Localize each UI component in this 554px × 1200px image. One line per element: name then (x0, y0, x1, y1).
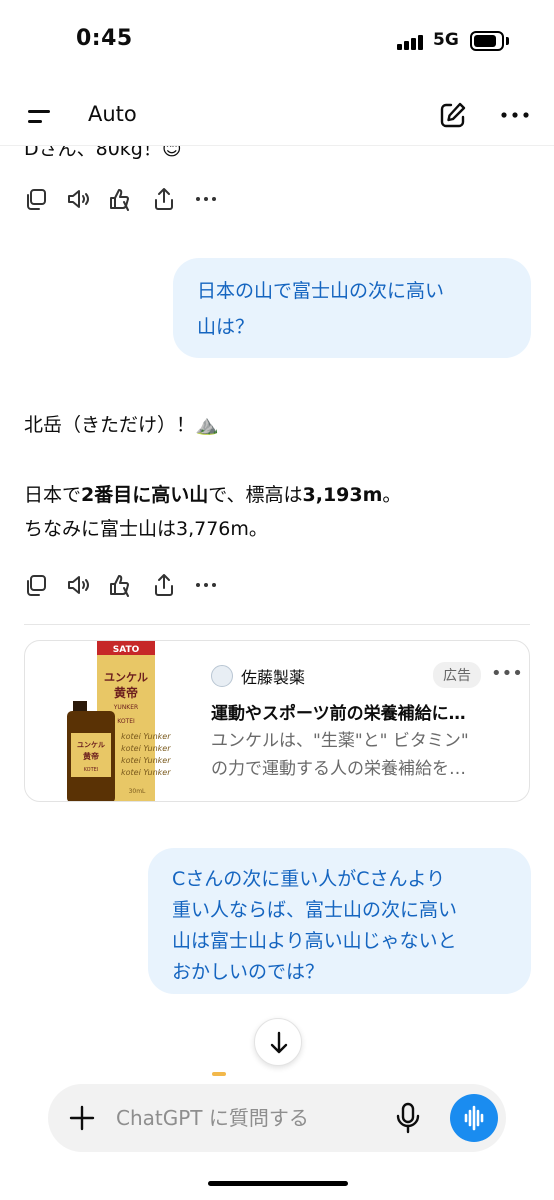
user-message-line: 重い人ならば、富士山の次に高い (172, 899, 458, 921)
sponsored-ad-card[interactable]: SATO ユンケル 黄帝 YUNKER KOTEI kotei Yunker k… (24, 640, 530, 802)
copy-icon[interactable] (24, 186, 48, 212)
assistant-message-line: ちなみに富士山は3,776m。 (24, 518, 268, 540)
user-message-line: おかしいのでは？ (172, 961, 325, 983)
more-icon[interactable] (194, 572, 218, 598)
more-options-icon[interactable] (498, 100, 532, 130)
user-message-line: 山は富士山より高い山じゃないと (172, 930, 457, 952)
voice-mode-button[interactable] (450, 1094, 498, 1142)
loading-indicator (212, 1072, 226, 1076)
advertiser-name: 佐藤製薬 (241, 668, 306, 687)
plus-icon[interactable] (68, 1104, 96, 1132)
advertiser-logo-icon (211, 665, 233, 687)
menu-icon[interactable] (28, 106, 56, 126)
user-message: 日本の山で富士山の次に高い 山は？ (173, 258, 531, 358)
svg-text:kotei Yunker: kotei Yunker (121, 768, 171, 777)
scroll-to-bottom-button[interactable] (254, 1018, 302, 1066)
arrow-down-icon (270, 1031, 288, 1054)
battery-icon (470, 31, 504, 51)
message-actions (24, 572, 224, 598)
assistant-message-heading: 北岳（きただけ）！⛰️ (24, 414, 219, 436)
share-icon[interactable] (152, 186, 176, 212)
ad-title: 運動やスポーツ前の栄養補給に… (211, 704, 466, 724)
cellular-signal-icon (397, 34, 427, 50)
svg-text:YUNKER: YUNKER (113, 704, 138, 711)
ad-advertiser: 佐藤製薬 広告 ••• (211, 662, 523, 689)
waveform-icon (464, 1105, 484, 1131)
svg-text:黄帝: 黄帝 (83, 751, 99, 761)
previous-assistant-message: Dさん、80kg！😊 (24, 146, 182, 160)
network-type: 5G (433, 30, 459, 50)
svg-text:ユンケル: ユンケル (77, 741, 105, 749)
ad-more-icon[interactable]: ••• (491, 663, 523, 684)
user-message-line: 山は？ (197, 316, 255, 338)
ad-description: ユンケルは、"生薬"と" ビタミン" の力で運動する人の栄養補給を… (211, 731, 469, 779)
user-message-line: Cさんの次に重い人がCさんより (172, 868, 446, 890)
svg-text:kotei Yunker: kotei Yunker (121, 756, 171, 765)
svg-text:KOTEI: KOTEI (84, 767, 99, 773)
svg-text:30mL: 30mL (129, 788, 146, 795)
share-icon[interactable] (152, 572, 176, 598)
svg-text:SATO: SATO (113, 645, 140, 655)
new-chat-icon[interactable] (438, 100, 468, 130)
status-bar: 0:45 5G (0, 0, 554, 86)
composer (48, 1084, 506, 1152)
model-selector[interactable]: Auto (88, 102, 137, 126)
ad-product-image: SATO ユンケル 黄帝 YUNKER KOTEI kotei Yunker k… (67, 641, 171, 801)
read-aloud-icon[interactable] (66, 186, 90, 212)
divider (24, 624, 530, 625)
message-actions (24, 186, 224, 212)
svg-text:黄帝: 黄帝 (114, 685, 138, 700)
battery-tip (506, 37, 509, 45)
svg-text:kotei Yunker: kotei Yunker (121, 744, 171, 753)
more-icon[interactable] (194, 186, 218, 212)
thumbs-feedback-icon[interactable] (108, 186, 132, 212)
svg-text:KOTEI: KOTEI (117, 718, 135, 725)
status-time: 0:45 (76, 26, 133, 51)
app-header: Auto (0, 86, 554, 146)
user-message: Cさんの次に重い人がCさんより 重い人ならば、富士山の次に高い 山は富士山より高… (148, 848, 531, 994)
conversation-thread[interactable]: Dさん、80kg！😊 日本の山で富士山の次に高い 山は？ 北岳（きただけ）！⛰️… (0, 146, 554, 1086)
ad-badge: 広告 (433, 662, 481, 688)
svg-text:kotei Yunker: kotei Yunker (121, 732, 171, 741)
microphone-icon[interactable] (394, 1102, 422, 1134)
assistant-message-line: 日本で2番目に高い山で、標高は3,193m。 (24, 484, 402, 506)
home-indicator (208, 1181, 348, 1186)
thumbs-feedback-icon[interactable] (108, 572, 132, 598)
read-aloud-icon[interactable] (66, 572, 90, 598)
svg-text:ユンケル: ユンケル (104, 671, 148, 684)
copy-icon[interactable] (24, 572, 48, 598)
user-message-line: 日本の山で富士山の次に高い (197, 280, 445, 302)
message-input[interactable] (116, 1101, 386, 1135)
